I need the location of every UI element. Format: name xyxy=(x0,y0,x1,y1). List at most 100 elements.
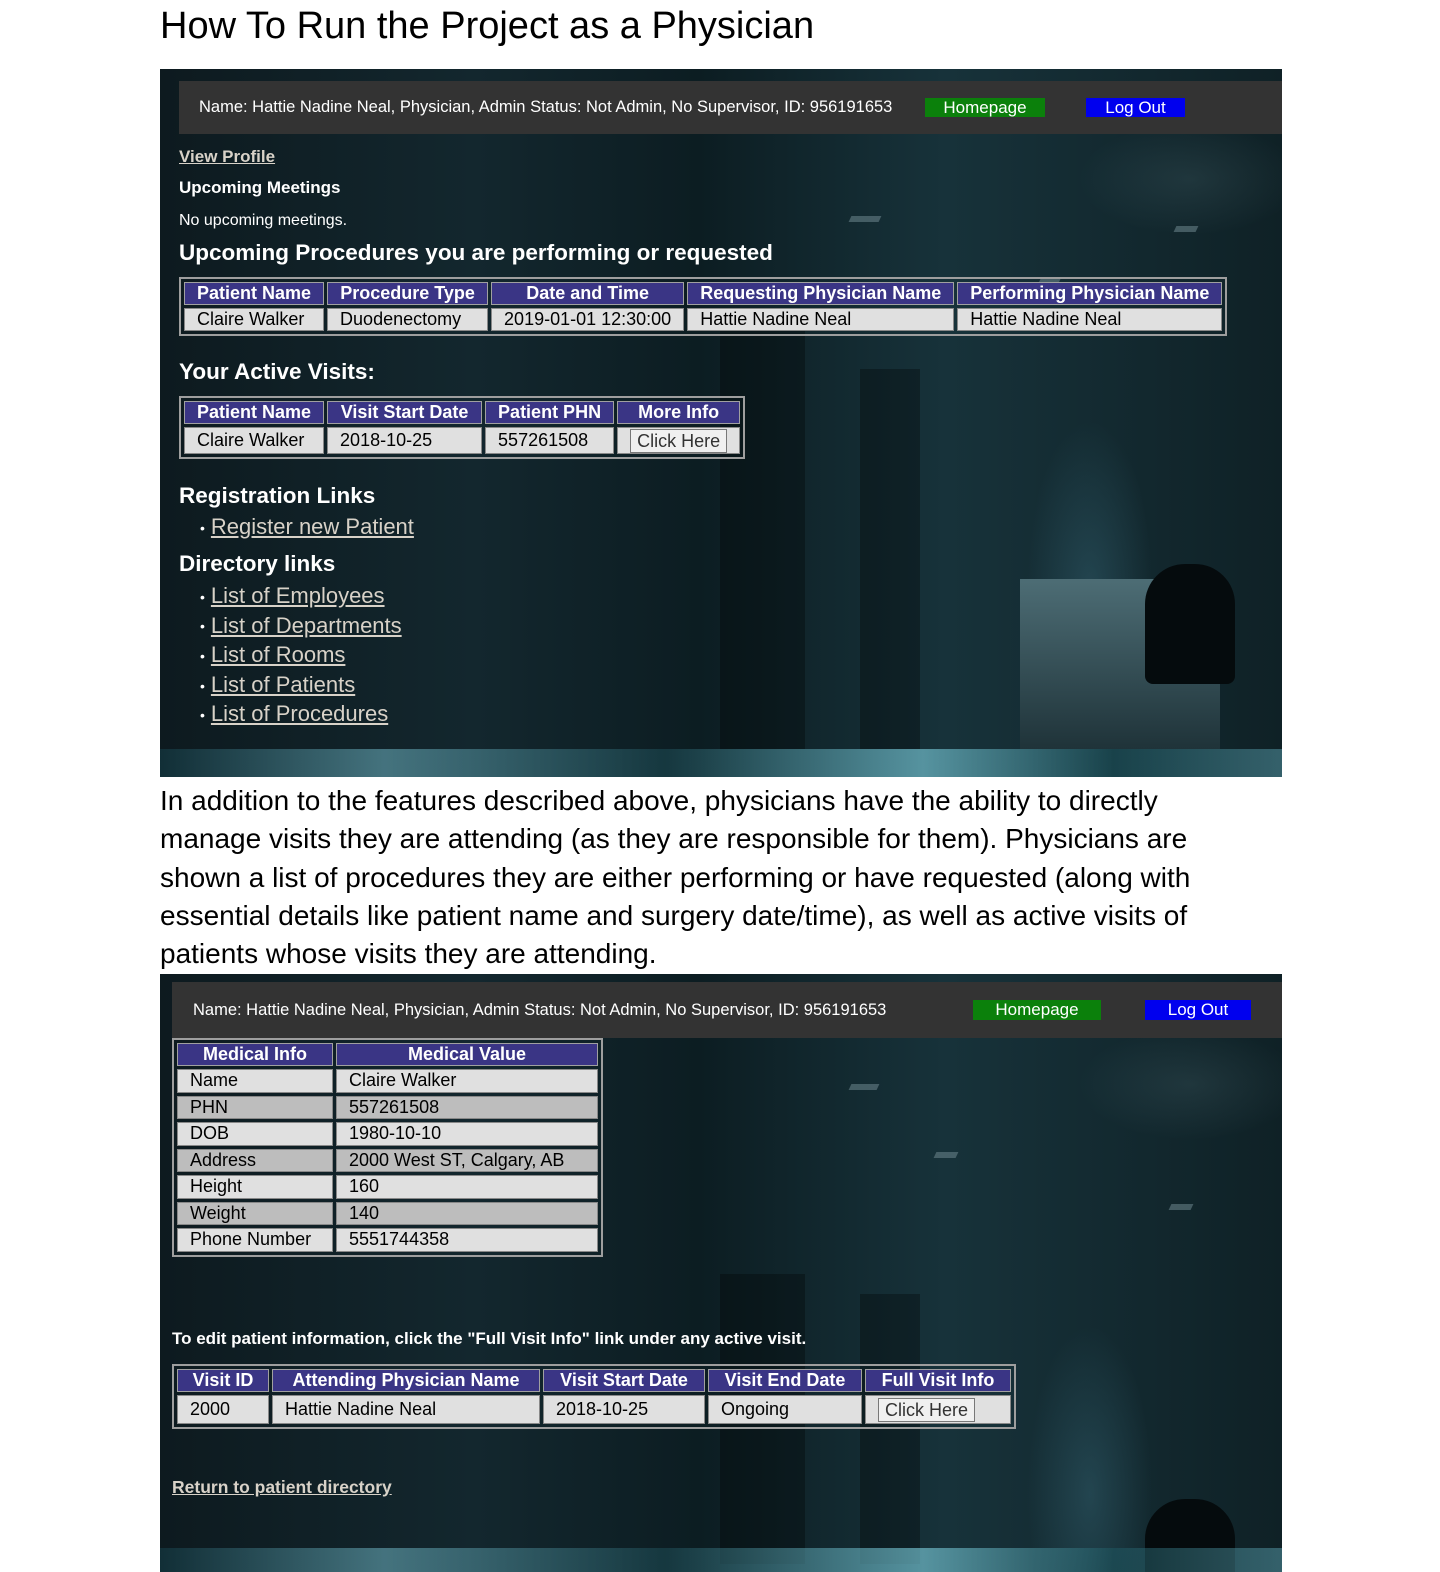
table-cell: Click Here xyxy=(865,1395,1011,1424)
column-header: Visit Start Date xyxy=(543,1369,705,1392)
table-row: PHN 557261508 xyxy=(177,1095,598,1119)
logout-button[interactable]: Log Out xyxy=(1145,1000,1251,1020)
column-header: Medical Info xyxy=(177,1043,333,1066)
table-cell: 2018-10-25 xyxy=(543,1395,705,1424)
departments-link[interactable]: List of Departments xyxy=(211,613,402,638)
homepage-button[interactable]: Homepage xyxy=(925,98,1045,117)
table-cell: 1980-10-10 xyxy=(336,1122,598,1146)
list-item: • List of Patients xyxy=(200,671,402,701)
table-cell: Hattie Nadine Neal xyxy=(272,1395,540,1424)
no-meetings-text: No upcoming meetings. xyxy=(179,212,348,229)
column-header: Full Visit Info xyxy=(865,1369,1011,1392)
column-header: Visit Start Date xyxy=(327,401,483,424)
column-header: Patient PHN xyxy=(485,401,615,424)
list-item: • Register new Patient xyxy=(200,513,414,543)
top-bar: Name: Hattie Nadine Neal, Physician, Adm… xyxy=(179,81,1282,134)
ceiling-light xyxy=(848,1084,880,1090)
table-cell: Ongoing xyxy=(708,1395,862,1424)
ceiling-light xyxy=(1168,1204,1194,1210)
view-profile-link[interactable]: View Profile xyxy=(179,147,275,167)
table-cell: 2000 xyxy=(177,1395,269,1424)
bullet-icon: • xyxy=(200,519,205,536)
directory-heading: Directory links xyxy=(179,551,336,576)
edit-note: To edit patient information, click the "… xyxy=(172,1329,807,1348)
pillar xyxy=(860,1294,920,1564)
table-cell: DOB xyxy=(177,1122,333,1146)
user-info: Name: Hattie Nadine Neal, Physician, Adm… xyxy=(199,98,893,116)
table-cell: Duodenectomy xyxy=(327,308,489,331)
ceiling-light xyxy=(848,216,882,222)
column-header: Procedure Type xyxy=(327,282,489,305)
bullet-icon: • xyxy=(200,618,205,635)
bullet-icon: • xyxy=(200,677,205,694)
registration-heading: Registration Links xyxy=(179,483,376,508)
table-cell: 140 xyxy=(336,1201,598,1225)
dashboard-screenshot: Name: Hattie Nadine Neal, Physician, Adm… xyxy=(160,69,1282,777)
column-header: Patient Name xyxy=(184,282,325,305)
document-title: How To Run the Project as a Physician xyxy=(160,5,815,47)
table-cell: 160 xyxy=(336,1175,598,1199)
table-cell: 2018-10-25 xyxy=(327,427,483,454)
table-row: Name Claire Walker xyxy=(177,1069,598,1093)
table-cell: Phone Number xyxy=(177,1228,333,1252)
reception-desk xyxy=(1020,579,1220,749)
column-header: Date and Time xyxy=(491,282,685,305)
table-row: Claire Walker Duodenectomy 2019-01-01 12… xyxy=(184,308,1223,331)
table-cell: Height xyxy=(177,1175,333,1199)
procedures-table: Patient Name Procedure Type Date and Tim… xyxy=(179,277,1228,336)
procedures-heading: Upcoming Procedures you are performing o… xyxy=(179,240,773,265)
full-visit-info-button[interactable]: Click Here xyxy=(878,1397,976,1422)
ceiling-light xyxy=(933,1152,959,1158)
table-row: Weight 140 xyxy=(177,1201,598,1225)
top-bar: Name: Hattie Nadine Neal, Physician, Adm… xyxy=(172,982,1282,1038)
list-item: • List of Employees xyxy=(200,582,402,612)
pillar xyxy=(860,369,920,749)
column-header: Requesting Physician Name xyxy=(687,282,955,305)
register-patient-link[interactable]: Register new Patient xyxy=(211,514,414,539)
homepage-button[interactable]: Homepage xyxy=(973,1000,1101,1020)
pillar xyxy=(720,329,805,749)
return-to-directory-link[interactable]: Return to patient directory xyxy=(172,1477,392,1498)
directory-links: • List of Employees • List of Departments … xyxy=(200,582,402,730)
table-cell: Hattie Nadine Neal xyxy=(687,308,955,331)
table-header-row: Medical Info Medical Value xyxy=(177,1043,598,1066)
column-header: Attending Physician Name xyxy=(272,1369,540,1392)
column-header: Patient Name xyxy=(184,401,325,424)
patient-page-screenshot: Name: Hattie Nadine Neal, Physician, Adm… xyxy=(160,974,1282,1572)
table-cell: Name xyxy=(177,1069,333,1093)
patients-link[interactable]: List of Patients xyxy=(211,672,355,697)
more-info-button[interactable]: Click Here xyxy=(630,428,728,453)
medical-info-table: Medical Info Medical Value Name Claire Wa… xyxy=(172,1038,603,1257)
employees-link[interactable]: List of Employees xyxy=(211,583,385,608)
table-row: 2000 Hattie Nadine Neal 2018-10-25 Ongoi… xyxy=(177,1395,1011,1424)
table-cell: Claire Walker xyxy=(184,427,325,454)
table-header-row: Visit ID Attending Physician Name Visit … xyxy=(177,1369,1011,1392)
registration-links: • Register new Patient xyxy=(200,513,414,543)
table-cell: Hattie Nadine Neal xyxy=(957,308,1223,331)
person-silhouette xyxy=(1145,564,1235,684)
table-row: Address 2000 West ST, Calgary, AB xyxy=(177,1148,598,1172)
table-cell: 5551744358 xyxy=(336,1228,598,1252)
bullet-icon: • xyxy=(200,707,205,724)
table-header-row: Patient Name Visit Start Date Patient PH… xyxy=(184,401,741,424)
active-visits-heading: Your Active Visits: xyxy=(179,359,375,384)
active-visits-table: Patient Name Visit Start Date Patient PH… xyxy=(179,396,746,459)
table-cell: Click Here xyxy=(617,427,741,454)
bullet-icon: • xyxy=(200,588,205,605)
column-header: More Info xyxy=(617,401,741,424)
list-item: • List of Departments xyxy=(200,612,402,642)
table-cell: 557261508 xyxy=(485,427,615,454)
procedures-link[interactable]: List of Procedures xyxy=(211,701,388,726)
logout-button[interactable]: Log Out xyxy=(1086,98,1185,117)
description-paragraph: In addition to the features described ab… xyxy=(160,785,1191,970)
table-cell: PHN xyxy=(177,1095,333,1119)
column-header: Performing Physician Name xyxy=(957,282,1223,305)
table-row: Phone Number 5551744358 xyxy=(177,1228,598,1252)
table-cell: Weight xyxy=(177,1201,333,1225)
table-cell: 2000 West ST, Calgary, AB xyxy=(336,1148,598,1172)
rooms-link[interactable]: List of Rooms xyxy=(211,642,346,667)
column-header: Visit End Date xyxy=(708,1369,862,1392)
floor-glow xyxy=(160,749,1282,777)
table-header-row: Patient Name Procedure Type Date and Tim… xyxy=(184,282,1223,305)
table-cell: Address xyxy=(177,1148,333,1172)
